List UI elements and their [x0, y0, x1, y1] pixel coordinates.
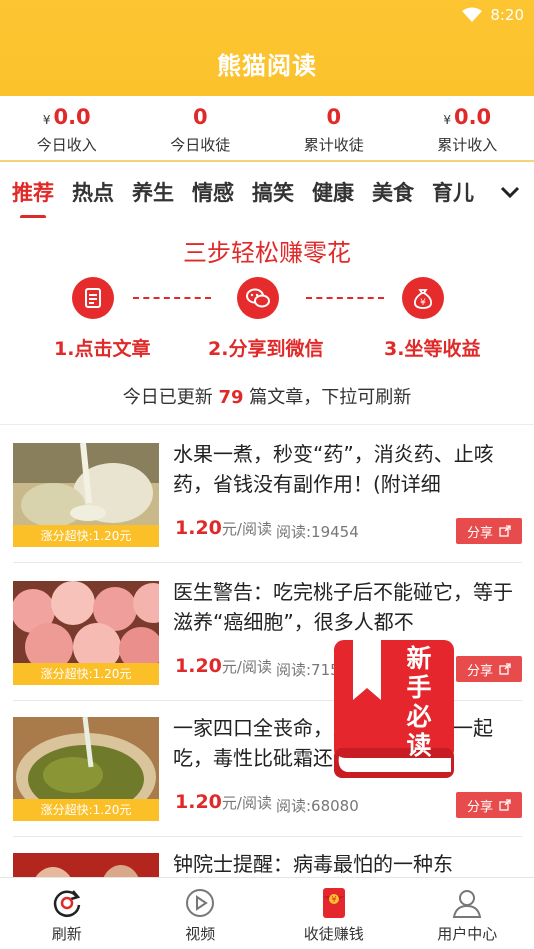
- stat-total-apprentices[interactable]: 0 累计收徒: [267, 96, 401, 160]
- tab-health[interactable]: 健康: [312, 177, 354, 207]
- article-thumbnail: 涨分超快:1.20元: [13, 717, 159, 821]
- step-2-label: 2.分享到微信: [208, 338, 324, 360]
- guide-label: 新手必读: [406, 644, 432, 760]
- wifi-icon: [462, 7, 483, 22]
- tab-funny[interactable]: 搞笑: [252, 177, 294, 207]
- earnings-stats: ¥0.0 今日收入 0 今日收徒 0 累计收徒 ¥0.0 累计收入: [0, 96, 534, 162]
- tab-parenting[interactable]: 育儿: [432, 177, 474, 207]
- stat-today-income[interactable]: ¥0.0 今日收入: [0, 96, 134, 160]
- user-icon: [450, 886, 484, 920]
- nav-refresh[interactable]: 刷新: [0, 878, 134, 949]
- update-notice: 今日已更新 79 篇文章，下拉可刷新: [0, 383, 534, 409]
- share-label: 分享: [466, 525, 493, 541]
- red-envelope-icon: ¥: [317, 886, 351, 920]
- share-icon: [499, 799, 511, 811]
- article-item[interactable]: 涨分超快:1.20元 水果一煮，秒变“药”，消炎药、止咳药，省钱没有副作用！(附…: [0, 425, 534, 563]
- share-button[interactable]: 分享: [456, 792, 522, 818]
- status-bar: 8:20: [462, 4, 524, 26]
- share-button[interactable]: 分享: [456, 656, 522, 682]
- tab-food[interactable]: 美食: [372, 177, 414, 207]
- bonus-badge: 涨分超快:1.20元: [13, 799, 159, 821]
- tab-health-care[interactable]: 养生: [132, 177, 174, 207]
- tab-emotion[interactable]: 情感: [192, 177, 234, 207]
- price-per-read: 1.20元/阅读: [175, 517, 272, 539]
- nav-label: 视频: [185, 925, 216, 943]
- tab-hot[interactable]: 热点: [72, 177, 114, 207]
- nav-video[interactable]: 视频: [134, 878, 268, 949]
- share-icon: [499, 525, 511, 537]
- stat-value: 0: [326, 105, 342, 129]
- read-count: 阅读:19454: [276, 523, 359, 541]
- update-prefix: 今日已更新: [122, 387, 213, 408]
- stat-label: 累计收徒: [303, 136, 364, 154]
- steps-title: 三步轻松赚零花: [183, 239, 351, 267]
- update-suffix: 篇文章，下拉可刷新: [249, 387, 412, 408]
- stat-label: 今日收徒: [170, 136, 231, 154]
- play-icon: [183, 886, 217, 920]
- article-thumbnail: 涨分超快:1.20元: [13, 581, 159, 685]
- share-icon: [499, 663, 511, 675]
- category-tabs: 推荐 热点 养生 情感 搞笑 健康 美食 育儿: [0, 166, 496, 218]
- nav-user-center[interactable]: 用户中心: [401, 878, 534, 949]
- svg-text:¥: ¥: [420, 298, 426, 308]
- wechat-icon: [237, 277, 279, 319]
- update-count: 79: [218, 387, 244, 408]
- share-label: 分享: [466, 799, 493, 815]
- article-title[interactable]: 医生警告：吃完桃子后不能碰它，等于滋养“癌细胞”，很多人都不: [173, 577, 523, 637]
- document-icon: [72, 277, 114, 319]
- stat-value: 0: [192, 105, 208, 129]
- bottom-nav: 刷新 视频 ¥ 收徒赚钱 用户中心: [0, 877, 534, 949]
- price-per-read: 1.20元/阅读: [175, 791, 272, 813]
- stat-total-income[interactable]: ¥0.0 累计收入: [401, 96, 534, 160]
- stat-today-apprentices[interactable]: 0 今日收徒: [134, 96, 268, 160]
- bonus-badge: 涨分超快:1.20元: [13, 663, 159, 685]
- step-connector: [306, 297, 384, 299]
- currency-symbol: ¥: [443, 113, 451, 127]
- stat-label: 累计收入: [437, 136, 498, 154]
- stat-value: 0.0: [53, 105, 91, 129]
- status-time: 8:20: [490, 6, 524, 24]
- app-header: 8:20 熊猫阅读: [0, 0, 534, 96]
- tab-recommend[interactable]: 推荐: [12, 177, 54, 218]
- nav-earn[interactable]: ¥ 收徒赚钱: [267, 878, 401, 949]
- step-1-label: 1.点击文章: [54, 338, 151, 360]
- price-per-read: 1.20元/阅读: [175, 655, 272, 677]
- refresh-icon: [50, 886, 84, 920]
- nav-label: 刷新: [51, 925, 82, 943]
- stat-value: 0.0: [453, 105, 492, 129]
- step-3-label: 3.坐等收益: [384, 338, 481, 360]
- nav-label: 收徒赚钱: [303, 925, 364, 943]
- share-button[interactable]: 分享: [456, 518, 522, 544]
- share-label: 分享: [466, 663, 493, 679]
- article-thumbnail: 涨分超快:1.20元: [13, 443, 159, 547]
- page-title: 熊猫阅读: [217, 52, 317, 80]
- newbie-guide-button[interactable]: 新手必读: [331, 638, 456, 780]
- nav-label: 用户中心: [437, 925, 498, 943]
- read-count: 阅读:68080: [276, 797, 359, 815]
- currency-symbol: ¥: [42, 113, 51, 127]
- money-bag-icon: ¥: [402, 277, 444, 319]
- step-connector: [133, 297, 211, 299]
- article-title[interactable]: 水果一煮，秒变“药”，消炎药、止咳药，省钱没有副作用！(附详细: [173, 439, 523, 499]
- stat-label: 今日收入: [36, 136, 97, 154]
- svg-text:¥: ¥: [331, 895, 336, 904]
- bonus-badge: 涨分超快:1.20元: [13, 525, 159, 547]
- chevron-down-icon[interactable]: [496, 178, 524, 206]
